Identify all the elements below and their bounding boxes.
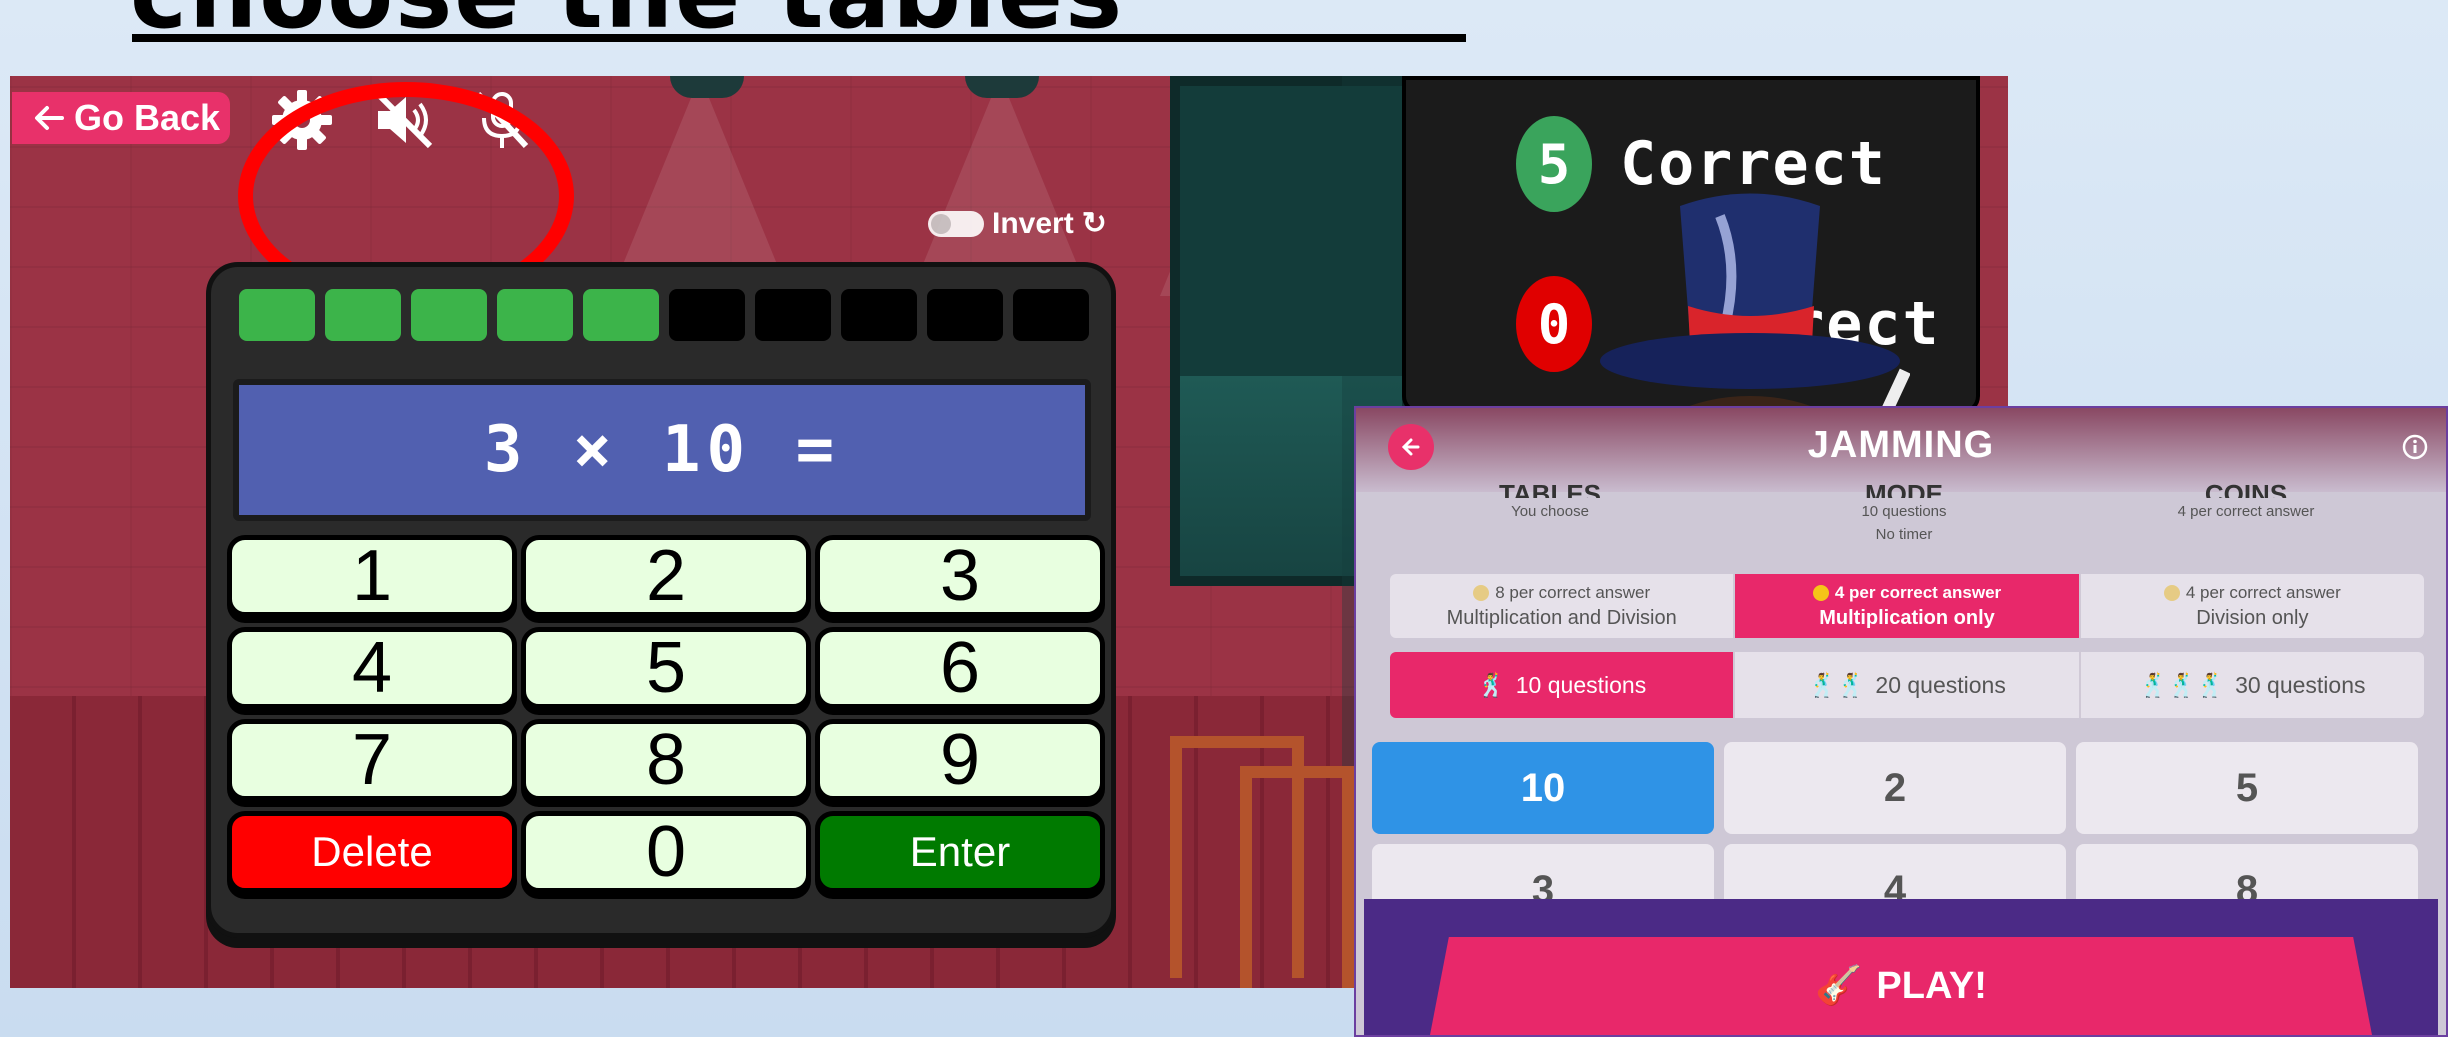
dancers-icon: 🕺🕺	[1808, 671, 1866, 698]
mode-label: Multiplication only	[1819, 606, 1995, 629]
mode-label: Division only	[2196, 606, 2309, 629]
summary-mode-title: MODE	[1865, 479, 1943, 498]
table-button-5[interactable]: 5	[2076, 742, 2418, 834]
mode-label: Multiplication and Division	[1446, 606, 1677, 629]
play-bar: 🎸 PLAY!	[1364, 899, 2438, 1035]
mode-coins-label: 4 per correct answer	[2185, 582, 2341, 602]
coins-icon	[1473, 584, 1490, 601]
summary-mode-timer: No timer	[1875, 526, 1933, 543]
progress-cell-complete	[239, 289, 315, 341]
questions-label: 20 questions	[1875, 671, 2006, 698]
progress-cell-pending	[1013, 289, 1089, 341]
calculator-panel: 3 × 10 = 1 2 3 4 5 6 7 8 9 Delete 0 Ente…	[206, 262, 1116, 938]
question-count-selector: 🕺 10 questions 🕺🕺 20 questions 🕺🕺🕺 30 qu…	[1390, 652, 2424, 718]
table-button-10[interactable]: 10	[1372, 742, 1714, 834]
dancers-icon: 🕺🕺🕺	[2139, 671, 2226, 698]
key-5[interactable]: 5	[521, 627, 811, 709]
key-6[interactable]: 6	[815, 627, 1105, 709]
progress-cell-pending	[841, 289, 917, 341]
progress-cell-pending	[669, 289, 745, 341]
summary-mode: MODE 10 questions No timer	[1754, 474, 2054, 546]
play-button[interactable]: 🎸 PLAY!	[1430, 937, 2372, 1035]
key-2[interactable]: 2	[521, 535, 811, 617]
key-8[interactable]: 8	[521, 719, 811, 801]
invert-label: Invert	[992, 206, 1074, 240]
mode-mult-only[interactable]: 4 per correct answer Multiplication only	[1735, 574, 2081, 638]
chair	[1240, 766, 1354, 988]
jamming-settings-panel: JAMMING TABLES You choose MODE 10 questi…	[1354, 406, 2448, 1037]
progress-cell-pending	[927, 289, 1003, 341]
summary-coins-title: COINS	[2204, 479, 2288, 498]
table-button-2[interactable]: 2	[1724, 742, 2066, 834]
key-1[interactable]: 1	[227, 535, 517, 617]
progress-cell-pending	[755, 289, 831, 341]
progress-cell-complete	[325, 289, 401, 341]
mode-selector: 8 per correct answer Multiplication and …	[1390, 574, 2424, 638]
summary-coins-sub: 4 per correct answer	[2177, 503, 2315, 520]
key-7[interactable]: 7	[227, 719, 517, 801]
correct-count-badge: 5	[1516, 116, 1592, 212]
delete-button[interactable]: Delete	[227, 811, 517, 893]
incorrect-count-badge: 0	[1516, 276, 1592, 372]
summary-mode-sub: 10 questions	[1861, 503, 1947, 520]
key-3[interactable]: 3	[815, 535, 1105, 617]
mode-mult-and-div[interactable]: 8 per correct answer Multiplication and …	[1390, 574, 1736, 638]
mode-coins-label: 8 per correct answer	[1495, 582, 1651, 602]
jamming-title: JAMMING	[1807, 424, 1995, 466]
toggle-switch[interactable]	[928, 210, 984, 237]
key-0[interactable]: 0	[521, 811, 811, 893]
keypad: 1 2 3 4 5 6 7 8 9 Delete 0 Enter	[227, 535, 1105, 893]
questions-10[interactable]: 🕺 10 questions	[1390, 652, 1736, 718]
summary-tables-sub: You choose	[1511, 503, 1589, 520]
guitar-icon: 🎸	[1815, 965, 1863, 1007]
questions-label: 30 questions	[2235, 671, 2366, 698]
heading-underline	[132, 34, 1466, 42]
summary-tables-title: TABLES	[1498, 479, 1602, 498]
progress-cell-complete	[583, 289, 659, 341]
question-display: 3 × 10 =	[233, 379, 1091, 521]
key-4[interactable]: 4	[227, 627, 517, 709]
progress-cell-complete	[497, 289, 573, 341]
dancer-icon: 🕺	[1477, 671, 1506, 698]
go-back-button[interactable]: Go Back	[12, 92, 230, 144]
page-heading: choose the tables	[130, 0, 1124, 50]
questions-label: 10 questions	[1515, 671, 1647, 698]
mode-coins-label: 4 per correct answer	[1834, 582, 2002, 602]
refresh-icon: ↻	[1081, 207, 1107, 240]
info-icon[interactable]	[2402, 434, 2428, 460]
go-back-label: Go Back	[74, 97, 221, 138]
coin-icon	[1812, 584, 1829, 601]
coin-icon	[2163, 584, 2180, 601]
progress-cell-complete	[411, 289, 487, 341]
enter-button[interactable]: Enter	[815, 811, 1105, 893]
play-label: PLAY!	[1876, 964, 1987, 1007]
questions-20[interactable]: 🕺🕺 20 questions	[1735, 652, 2081, 718]
progress-bar	[239, 289, 1089, 341]
arrow-left-icon	[35, 106, 64, 130]
summary-coins: COINS 4 per correct answer	[2096, 474, 2396, 523]
mode-div-only[interactable]: 4 per correct answer Division only	[2080, 574, 2424, 638]
invert-toggle[interactable]: Invert ↻	[928, 206, 1107, 241]
summary-tables: TABLES You choose	[1400, 474, 1700, 523]
questions-30[interactable]: 🕺🕺🕺 30 questions	[2080, 652, 2424, 718]
key-9[interactable]: 9	[815, 719, 1105, 801]
ceiling-lamp	[965, 76, 1039, 98]
ceiling-lamp	[670, 76, 744, 98]
